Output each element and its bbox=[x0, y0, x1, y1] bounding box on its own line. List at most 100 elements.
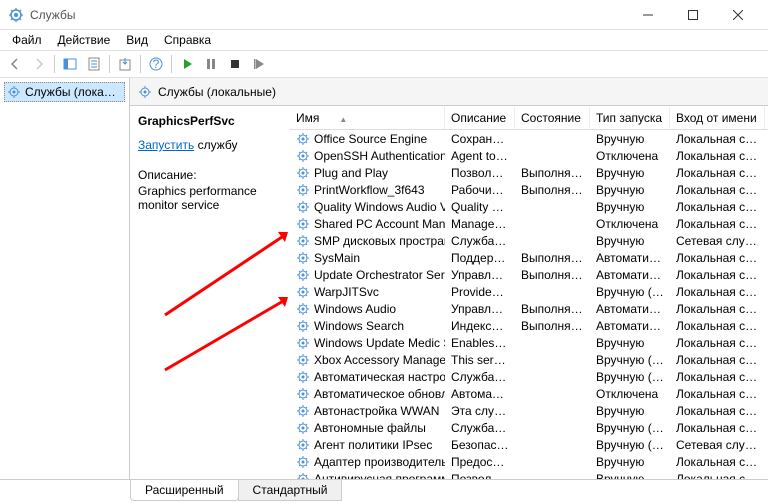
table-row[interactable]: Plug and PlayПозволяет...ВыполняетсяВруч… bbox=[290, 164, 768, 181]
cell-name: Office Source Engine bbox=[290, 131, 445, 147]
window-title: Службы bbox=[30, 8, 625, 22]
cell-desc: Служба ав... bbox=[445, 420, 515, 436]
gear-icon bbox=[296, 472, 310, 480]
cell-logon: Сетевая служба bbox=[670, 233, 765, 249]
help-button[interactable]: ? bbox=[145, 53, 167, 75]
cell-name: Windows Search bbox=[290, 318, 445, 334]
col-desc[interactable]: Описание bbox=[445, 107, 515, 129]
gear-icon bbox=[296, 149, 310, 163]
cell-logon: Сетевая служба bbox=[670, 437, 765, 453]
menu-action[interactable]: Действие bbox=[50, 31, 119, 49]
back-button[interactable] bbox=[4, 53, 26, 75]
desc-label: Описание: bbox=[138, 168, 282, 182]
cell-state bbox=[515, 376, 590, 378]
cell-state bbox=[515, 461, 590, 463]
gear-icon bbox=[296, 421, 310, 435]
table-row[interactable]: Windows AudioУправлен...ВыполняетсяАвтом… bbox=[290, 300, 768, 317]
col-logon[interactable]: Вход от имени bbox=[670, 107, 765, 129]
close-button[interactable] bbox=[715, 0, 760, 29]
cell-name: PrintWorkflow_3f643 bbox=[290, 182, 445, 198]
cell-state bbox=[515, 240, 590, 242]
table-row[interactable]: Адаптер производительно...Предостав...Вр… bbox=[290, 453, 768, 470]
export-button[interactable] bbox=[114, 53, 136, 75]
desc-text: Graphics performance monitor service bbox=[138, 184, 282, 212]
cell-start: Автоматиче... bbox=[590, 250, 670, 266]
cell-name: Агент политики IPsec bbox=[290, 437, 445, 453]
cell-name: Windows Update Medic Ser... bbox=[290, 335, 445, 351]
show-hide-button[interactable] bbox=[59, 53, 81, 75]
cell-start: Вручную (ак... bbox=[590, 284, 670, 300]
menu-help[interactable]: Справка bbox=[156, 31, 219, 49]
gear-icon bbox=[296, 387, 310, 401]
services-list[interactable]: Имя▲ Описание Состояние Тип запуска Вход… bbox=[290, 106, 768, 479]
gear-icon bbox=[296, 404, 310, 418]
gear-icon bbox=[296, 251, 310, 265]
cell-desc: Позволяет... bbox=[445, 165, 515, 181]
table-row[interactable]: Xbox Accessory Manageme...This servic...… bbox=[290, 351, 768, 368]
col-start[interactable]: Тип запуска bbox=[590, 107, 670, 129]
gear-icon bbox=[296, 455, 310, 469]
cell-name: Quality Windows Audio Vid... bbox=[290, 199, 445, 215]
gear-icon bbox=[296, 166, 310, 180]
table-row[interactable]: Антивирусная программа ...Позволяет...Вр… bbox=[290, 470, 768, 479]
forward-button[interactable] bbox=[28, 53, 50, 75]
table-row[interactable]: Update Orchestrator ServiceУправляет...В… bbox=[290, 266, 768, 283]
titlebar: Службы bbox=[0, 0, 768, 30]
table-row[interactable]: PrintWorkflow_3f643Рабочий п...Выполняет… bbox=[290, 181, 768, 198]
cell-state: Выполняется bbox=[515, 267, 590, 283]
col-state[interactable]: Состояние bbox=[515, 107, 590, 129]
cell-logon: Локальная сис... bbox=[670, 148, 765, 164]
cell-start: Отключена bbox=[590, 148, 670, 164]
cell-desc: Служба ав... bbox=[445, 369, 515, 385]
gear-icon bbox=[296, 183, 310, 197]
tree-item-services[interactable]: Службы (локальные) bbox=[4, 82, 125, 102]
cell-desc: Эта служб... bbox=[445, 403, 515, 419]
pause-button[interactable] bbox=[200, 53, 222, 75]
table-row[interactable]: OpenSSH Authentication A...Agent to h...… bbox=[290, 147, 768, 164]
start-link[interactable]: Запустить bbox=[138, 138, 194, 152]
cell-desc: Автомати... bbox=[445, 386, 515, 402]
restart-button[interactable] bbox=[248, 53, 270, 75]
menu-file[interactable]: Файл bbox=[4, 31, 50, 49]
cell-name: Адаптер производительно... bbox=[290, 454, 445, 470]
table-row[interactable]: Автоматическая настройк...Служба ав...Вр… bbox=[290, 368, 768, 385]
table-row[interactable]: Windows Update Medic Ser...Enables re...… bbox=[290, 334, 768, 351]
table-row[interactable]: SMP дисковых пространст...Служба уз...Вр… bbox=[290, 232, 768, 249]
cell-desc: Безопасно... bbox=[445, 437, 515, 453]
cell-desc: Позволяет... bbox=[445, 471, 515, 480]
menu-view[interactable]: Вид bbox=[118, 31, 156, 49]
table-row[interactable]: Office Source EngineСохранен...ВручнуюЛо… bbox=[290, 130, 768, 147]
tab-extended[interactable]: Расширенный bbox=[130, 480, 239, 501]
minimize-button[interactable] bbox=[625, 0, 670, 29]
properties-button[interactable] bbox=[83, 53, 105, 75]
cell-desc: Quality Wi... bbox=[445, 199, 515, 215]
cell-name: Автоматическое обновле... bbox=[290, 386, 445, 402]
stop-button[interactable] bbox=[224, 53, 246, 75]
table-row[interactable]: WarpJITSvcProvides a ...Вручную (ак...Ло… bbox=[290, 283, 768, 300]
menubar: Файл Действие Вид Справка bbox=[0, 30, 768, 50]
cell-start: Вручную bbox=[590, 199, 670, 215]
gear-icon bbox=[296, 302, 310, 316]
cell-logon: Локальная сис... bbox=[670, 386, 765, 402]
table-row[interactable]: Агент политики IPsecБезопасно... Вручную … bbox=[290, 436, 768, 453]
table-row[interactable]: Автонастройка WWANЭта служб...ВручнуюЛок… bbox=[290, 402, 768, 419]
cell-desc: Индексир... bbox=[445, 318, 515, 334]
cell-state bbox=[515, 393, 590, 395]
table-row[interactable]: Windows SearchИндексир...ВыполняетсяАвто… bbox=[290, 317, 768, 334]
start-button[interactable] bbox=[176, 53, 198, 75]
cell-start: Вручную (ак... bbox=[590, 437, 670, 453]
table-row[interactable]: Автоматическое обновле...Автомати...Откл… bbox=[290, 385, 768, 402]
cell-name: Windows Audio bbox=[290, 301, 445, 317]
right-pane-header: Службы (локальные) bbox=[130, 78, 768, 106]
maximize-button[interactable] bbox=[670, 0, 715, 29]
table-row[interactable]: Shared PC Account ManagerManages p...Отк… bbox=[290, 215, 768, 232]
cell-name: Антивирусная программа ... bbox=[290, 471, 445, 480]
cell-state bbox=[515, 291, 590, 293]
table-row[interactable]: Quality Windows Audio Vid...Quality Wi..… bbox=[290, 198, 768, 215]
cell-logon: Локальная сис... bbox=[670, 165, 765, 181]
tab-standard[interactable]: Стандартный bbox=[238, 480, 343, 501]
cell-desc: Provides a ... bbox=[445, 284, 515, 300]
col-name[interactable]: Имя▲ bbox=[290, 107, 445, 129]
table-row[interactable]: SysMainПоддержи...ВыполняетсяАвтоматиче.… bbox=[290, 249, 768, 266]
table-row[interactable]: Автономные файлыСлужба ав...Вручную (ак.… bbox=[290, 419, 768, 436]
